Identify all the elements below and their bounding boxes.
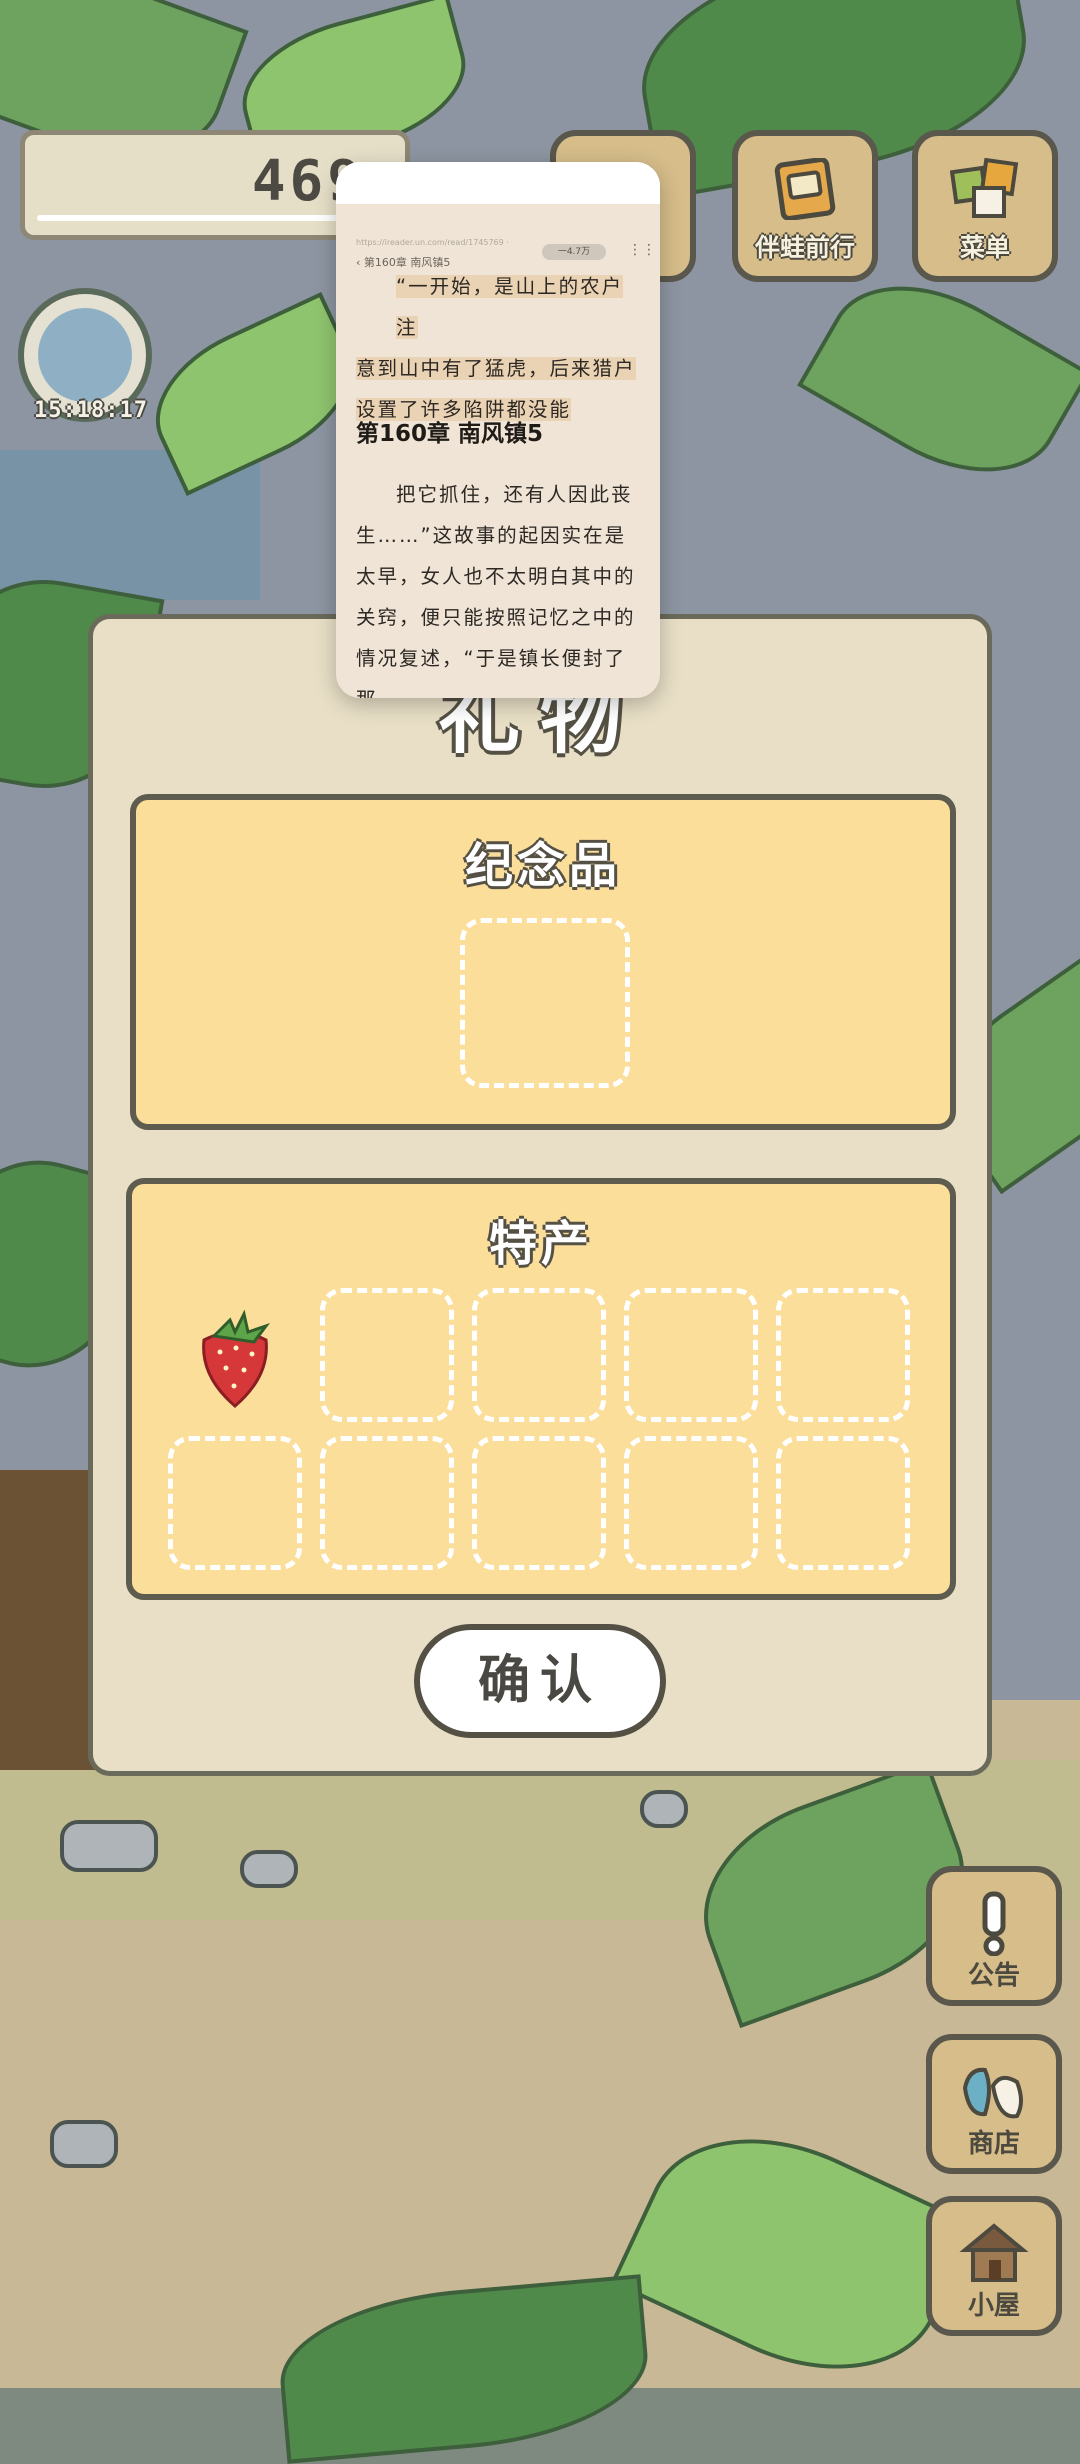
exclamation-icon bbox=[982, 1891, 1006, 1956]
strawberry-icon[interactable] bbox=[192, 1306, 278, 1410]
bag-icon bbox=[962, 2067, 1023, 2119]
house-button[interactable]: 小屋 bbox=[926, 2196, 1062, 2336]
specialty-slot[interactable] bbox=[168, 1436, 302, 1570]
specialty-title: 特产 bbox=[488, 1216, 593, 1272]
floating-reader-window[interactable]: https://ireader.un.com/read/1745769 · ‹ … bbox=[336, 162, 660, 698]
specialty-slot[interactable] bbox=[624, 1436, 758, 1570]
quote-line: “一开始，是山上的农户注 bbox=[396, 275, 624, 339]
specialty-slot[interactable] bbox=[776, 1436, 910, 1570]
harvest-timer: 15:18:17 bbox=[34, 398, 148, 423]
rock bbox=[60, 1820, 158, 1872]
reader-more-icon[interactable]: ⋮⋮ bbox=[628, 242, 656, 258]
rock bbox=[640, 1790, 688, 1828]
specialty-slot[interactable] bbox=[320, 1436, 454, 1570]
specialty-slot[interactable] bbox=[776, 1288, 910, 1422]
reader-body: 把它抓住，还有人因此丧 生……”这故事的起因实在是 太早，女人也不太明白其中的 … bbox=[356, 474, 642, 698]
travel-with-frog-button[interactable]: 伴蛙前行 bbox=[732, 130, 878, 282]
body-line: 把它抓住，还有人因此丧 bbox=[396, 483, 633, 506]
book-icon bbox=[774, 158, 836, 220]
reader-quote: “一开始，是山上的农户注 意到山中有了猛虎，后来猎户 设置了许多陷阱都没能 bbox=[356, 266, 642, 430]
body-line: 关窍，便只能按照记忆之中的 bbox=[356, 606, 636, 629]
menu-icon bbox=[950, 158, 1019, 218]
body-line: 生……”这故事的起因实在是 bbox=[356, 524, 627, 547]
specialty-slot[interactable] bbox=[472, 1288, 606, 1422]
specialty-slot[interactable] bbox=[624, 1288, 758, 1422]
souvenir-section: 纪念品 bbox=[130, 794, 956, 1130]
frog-avatar bbox=[38, 308, 132, 402]
reader-word-count-pill[interactable]: 一4.7万 bbox=[542, 244, 606, 260]
souvenir-slot[interactable] bbox=[460, 918, 630, 1088]
house-label: 小屋 bbox=[967, 2291, 1020, 2321]
reader-url: https://ireader.un.com/read/1745769 · bbox=[356, 238, 509, 247]
house-icon bbox=[959, 2223, 1029, 2282]
body-line: 太早，女人也不太明白其中的 bbox=[356, 565, 636, 588]
quote-line: 意到山中有了猛虎，后来猎户 bbox=[356, 357, 636, 380]
menu-button[interactable]: 菜单 bbox=[912, 130, 1058, 282]
rock bbox=[50, 2120, 118, 2168]
reader-chapter-title: 第160章 南风镇5 bbox=[356, 421, 544, 447]
announcement-label: 公告 bbox=[967, 1961, 1020, 1991]
specialty-section: 特产 bbox=[126, 1178, 956, 1600]
shop-button[interactable]: 商店 bbox=[926, 2034, 1062, 2174]
announcement-button[interactable]: 公告 bbox=[926, 1866, 1062, 2006]
shop-label: 商店 bbox=[967, 2129, 1020, 2159]
menu-label: 菜单 bbox=[959, 233, 1010, 262]
souvenir-title: 纪念品 bbox=[464, 838, 621, 894]
specialty-slot[interactable] bbox=[320, 1288, 454, 1422]
body-line: 情况复述，“于是镇长便封了那 bbox=[356, 647, 627, 698]
travel-with-frog-label: 伴蛙前行 bbox=[754, 233, 855, 262]
confirm-button[interactable]: 确认 bbox=[414, 1624, 666, 1738]
specialty-slot[interactable] bbox=[472, 1436, 606, 1570]
rock bbox=[240, 1850, 298, 1888]
reader-drag-handle[interactable] bbox=[336, 162, 660, 204]
